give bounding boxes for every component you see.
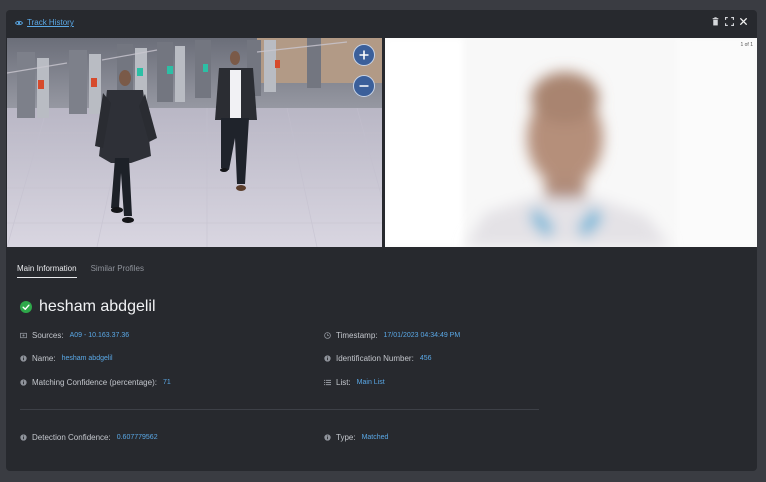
name-value: hesham abdgelil bbox=[61, 355, 113, 362]
details-tabs: Main Information Similar Profiles bbox=[17, 264, 144, 278]
expand-icon bbox=[725, 17, 734, 26]
eye-icon bbox=[15, 20, 23, 25]
type-value: Matched bbox=[361, 434, 389, 441]
close-icon bbox=[740, 18, 747, 25]
detection-confidence-value: 0.607779562 bbox=[116, 434, 158, 441]
blurred-portrait-image bbox=[385, 38, 757, 247]
camera-source-icon bbox=[20, 332, 27, 339]
tab-main-information[interactable]: Main Information bbox=[17, 264, 77, 278]
section-divider bbox=[20, 409, 539, 410]
trash-icon bbox=[712, 17, 719, 26]
info-icon bbox=[20, 434, 27, 441]
list-value: Main List bbox=[356, 379, 385, 386]
photo-pager: 1 of 1 bbox=[740, 42, 753, 48]
info-icon bbox=[324, 355, 331, 362]
sources-label: Sources: bbox=[32, 331, 64, 340]
matching-confidence-value: 71 bbox=[162, 379, 171, 386]
minus-icon bbox=[359, 85, 369, 87]
matching-confidence-label: Matching Confidence (percentage): bbox=[32, 378, 157, 387]
type-label: Type: bbox=[336, 433, 356, 442]
matched-check-icon bbox=[20, 301, 32, 313]
field-type: Type: Matched bbox=[324, 433, 388, 442]
person-header: hesham abdgelil bbox=[20, 298, 156, 316]
identification-number-value: 456 bbox=[419, 355, 432, 362]
camera-snapshot bbox=[7, 38, 382, 247]
zoom-in-button[interactable] bbox=[353, 44, 375, 66]
track-history-link[interactable]: Track History bbox=[15, 18, 74, 27]
sources-value: A09 - 10.163.37.36 bbox=[69, 332, 130, 339]
clock-icon bbox=[324, 332, 331, 339]
tab-similar-profiles[interactable]: Similar Profiles bbox=[91, 264, 144, 278]
info-icon bbox=[20, 379, 27, 386]
info-icon bbox=[324, 434, 331, 441]
person-name: hesham abdgelil bbox=[39, 298, 156, 315]
track-history-modal: Track History 1 of 1 Main Information Si… bbox=[6, 10, 757, 471]
zoom-out-button[interactable] bbox=[353, 75, 375, 97]
timestamp-value: 17/01/2023 04:34:49 PM bbox=[383, 332, 461, 339]
detection-confidence-label: Detection Confidence: bbox=[32, 433, 111, 442]
field-detection-confidence: Detection Confidence: 0.607779562 bbox=[20, 433, 158, 442]
modal-header: Track History bbox=[6, 10, 757, 38]
field-timestamp: Timestamp: 17/01/2023 04:34:49 PM bbox=[324, 331, 460, 340]
timestamp-label: Timestamp: bbox=[336, 331, 378, 340]
field-list: List: Main List bbox=[324, 378, 385, 387]
name-label: Name: bbox=[32, 354, 56, 363]
window-controls bbox=[711, 17, 748, 26]
info-icon bbox=[20, 355, 27, 362]
fullscreen-button[interactable] bbox=[725, 17, 734, 26]
close-button[interactable] bbox=[739, 17, 748, 26]
matched-profile-photo: 1 of 1 bbox=[385, 38, 757, 247]
field-matching-confidence: Matching Confidence (percentage): 71 bbox=[20, 378, 171, 387]
list-icon bbox=[324, 379, 331, 386]
identification-number-label: Identification Number: bbox=[336, 354, 414, 363]
track-history-label: Track History bbox=[27, 18, 74, 27]
field-identification-number: Identification Number: 456 bbox=[324, 354, 432, 363]
list-label: List: bbox=[336, 378, 351, 387]
plus-icon bbox=[359, 50, 369, 60]
delete-button[interactable] bbox=[711, 17, 720, 26]
field-name: Name: hesham abdgelil bbox=[20, 354, 113, 363]
field-sources: Sources: A09 - 10.163.37.36 bbox=[20, 331, 129, 340]
camera-scene-image bbox=[7, 38, 382, 247]
